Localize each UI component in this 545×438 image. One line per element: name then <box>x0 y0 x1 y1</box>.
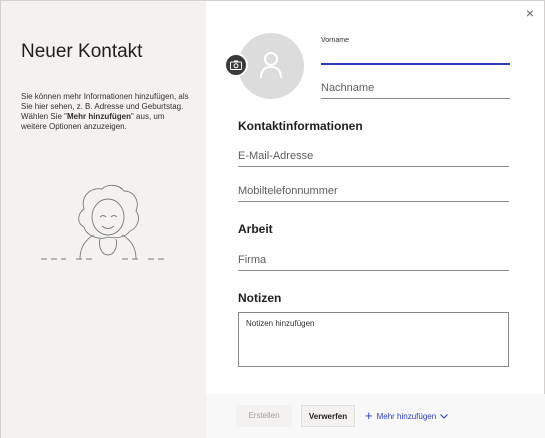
email-field[interactable] <box>238 149 509 167</box>
more-button[interactable]: + Mehr hinzufügen <box>365 405 449 428</box>
create-button[interactable]: Erstellen <box>236 405 292 427</box>
chevron-down-icon <box>440 406 449 428</box>
camera-button[interactable] <box>224 53 248 77</box>
firstname-label: Vorname <box>321 37 350 44</box>
new-contact-dialog: Neuer Kontakt Sie können mehr Informatio… <box>0 0 545 438</box>
person-illustration-icon <box>41 184 168 260</box>
sidebar-description: Sie können mehr Informationen hinzufügen… <box>21 92 191 132</box>
notes-section-heading: Notizen <box>238 291 282 305</box>
contact-section-heading: Kontaktinformationen <box>238 119 363 133</box>
work-section-heading: Arbeit <box>238 222 273 236</box>
notes-textarea[interactable] <box>238 312 509 367</box>
desc-bold-text: Mehr hinzufügen <box>66 112 131 121</box>
firstname-field[interactable] <box>321 49 510 65</box>
company-field[interactable] <box>238 253 509 271</box>
close-icon[interactable]: × <box>526 5 534 21</box>
discard-button[interactable]: Verwerfen <box>301 405 355 427</box>
plus-icon: + <box>365 408 373 423</box>
camera-icon <box>230 60 242 70</box>
lastname-field[interactable] <box>321 81 510 99</box>
dialog-title: Neuer Kontakt <box>21 41 143 62</box>
mobile-field[interactable] <box>238 184 509 202</box>
sidebar-panel: Neuer Kontakt Sie können mehr Informatio… <box>1 1 206 438</box>
person-icon <box>260 52 282 79</box>
more-label: Mehr hinzufügen <box>376 412 437 421</box>
